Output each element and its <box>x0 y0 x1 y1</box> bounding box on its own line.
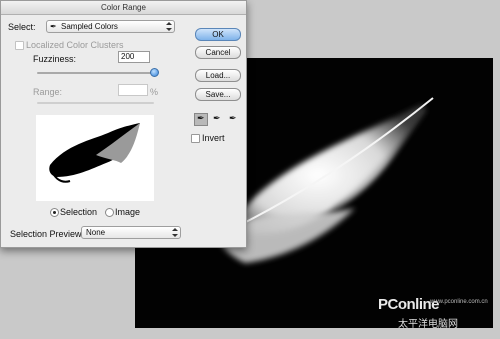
watermark-subtitle: 太平洋电脑网 <box>398 319 458 330</box>
invert-checkbox[interactable] <box>191 134 200 143</box>
color-range-dialog: Color Range Select: ✒ Sampled Colors Loc… <box>0 0 247 248</box>
invert-label: Invert <box>202 133 225 143</box>
subtract-from-sample-tool[interactable]: ✒ <box>226 113 240 126</box>
eyedropper-icon: ✒ <box>50 22 57 31</box>
eyedropper-plus-icon: ✒ <box>213 113 221 123</box>
range-label: Range: <box>33 87 63 97</box>
range-unit: % <box>150 87 159 97</box>
range-slider-track[interactable] <box>37 102 154 104</box>
watermark-url: www.pconline.com.cn <box>430 299 488 305</box>
selection-preview-label: Selection Preview: <box>10 229 85 239</box>
select-label: Select: <box>8 22 36 32</box>
select-dropdown[interactable]: ✒ Sampled Colors <box>46 20 175 33</box>
dialog-title: Color Range <box>1 1 246 15</box>
selection-radio[interactable] <box>50 208 59 217</box>
fuzziness-slider-track[interactable] <box>37 72 154 74</box>
selection-preview-image <box>36 115 154 201</box>
eyedropper-icon: ✒ <box>197 113 205 123</box>
fuzziness-label: Fuzziness: <box>33 54 77 64</box>
add-to-sample-tool[interactable]: ✒ <box>210 113 224 126</box>
feather-mask-thumbnail <box>49 123 140 183</box>
fuzziness-input[interactable]: 200 <box>118 51 150 63</box>
cancel-button[interactable]: Cancel <box>195 46 241 59</box>
localized-clusters-label: Localized Color Clusters <box>26 40 124 50</box>
selection-radio-label: Selection <box>60 207 98 217</box>
ok-button[interactable]: OK <box>195 28 241 41</box>
load-button[interactable]: Load... <box>195 69 241 82</box>
dropdown-arrows-icon <box>166 22 172 31</box>
range-input[interactable] <box>118 84 148 96</box>
save-button[interactable]: Save... <box>195 88 241 101</box>
image-radio[interactable] <box>105 208 114 217</box>
image-radio-label: Image <box>115 207 141 217</box>
localized-clusters-checkbox[interactable] <box>15 41 24 50</box>
fuzziness-slider-thumb[interactable] <box>150 68 159 77</box>
eyedropper-tool[interactable]: ✒ <box>194 113 208 126</box>
select-value: Sampled Colors <box>61 22 118 31</box>
dropdown-arrows-icon <box>172 228 178 237</box>
eyedropper-minus-icon: ✒ <box>229 113 237 123</box>
selection-preview-dropdown[interactable]: None <box>81 226 181 239</box>
selection-preview-value: None <box>86 228 106 237</box>
